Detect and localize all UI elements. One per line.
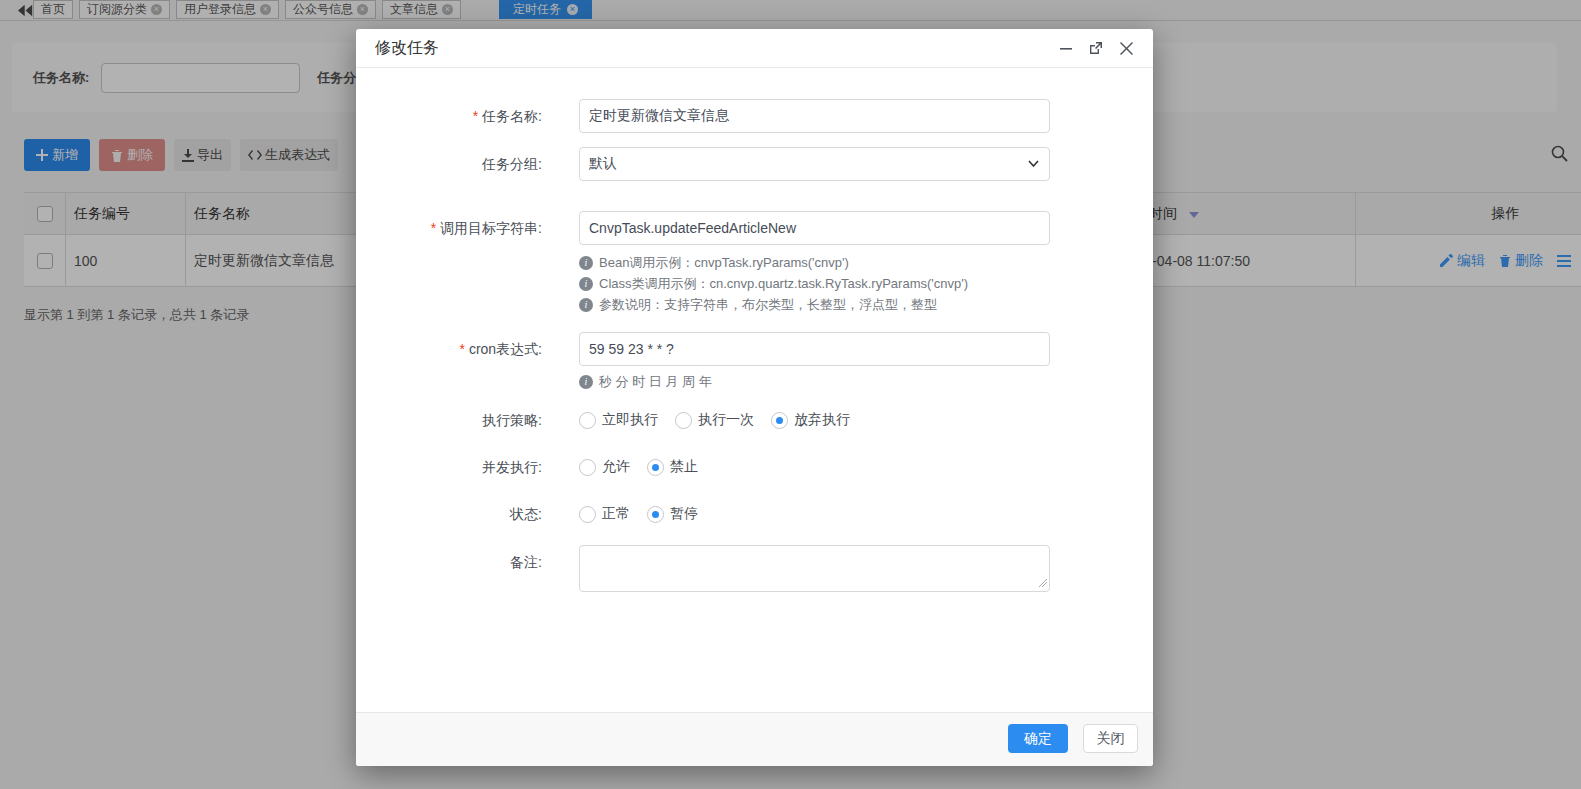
policy-radio-group: 立即执行 执行一次 放弃执行 [579,411,850,429]
cron-label: *cron表达式: [356,332,579,366]
tip-class: Class类调用示例：cn.cnvp.quartz.task.RyTask.ry… [599,275,968,293]
close-button[interactable]: 关闭 [1083,724,1138,753]
required-asterisk: * [459,341,464,357]
modal-header: 修改任务 [356,29,1153,68]
modal-title: 修改任务 [375,38,439,59]
confirm-button[interactable]: 确定 [1008,724,1068,753]
radio-normal[interactable]: 正常 [579,505,630,523]
radio-once[interactable]: 执行一次 [675,411,754,429]
status-radio-group: 正常 暂停 [579,505,698,523]
invoke-target-label: *调用目标字符串: [356,211,579,245]
radio-icon [675,412,692,429]
job-name-label: *任务名称: [356,99,579,133]
concurrent-label: 并发执行: [356,450,579,484]
radio-icon [771,412,788,429]
tip-cron: 秒 分 时 日 月 周 年 [599,373,712,391]
status-label: 状态: [356,497,579,531]
job-group-label: 任务分组: [356,147,579,181]
job-group-value: 默认 [589,155,617,173]
remark-label: 备注: [356,545,579,592]
radio-icon [647,506,664,523]
invoke-target-input[interactable] [579,211,1050,245]
info-icon [579,298,593,312]
info-icon [579,375,593,389]
radio-icon [579,506,596,523]
radio-forbid[interactable]: 禁止 [647,458,698,476]
radio-immediate[interactable]: 立即执行 [579,411,658,429]
radio-icon [579,412,596,429]
tip-bean: Bean调用示例：cnvpTask.ryParams('cnvp') [599,254,849,272]
modal-footer: 确定 关闭 [356,712,1153,766]
close-icon[interactable] [1118,40,1134,56]
radio-icon [647,459,664,476]
maximize-icon[interactable] [1088,40,1104,56]
concurrent-radio-group: 允许 禁止 [579,458,698,476]
required-asterisk: * [431,220,436,236]
chevron-down-icon [1028,160,1039,167]
required-asterisk: * [473,108,478,124]
cron-tip: 秒 分 时 日 月 周 年 [579,371,1153,392]
invoke-target-tips: Bean调用示例：cnvpTask.ryParams('cnvp') Class… [579,252,1153,315]
radio-paused[interactable]: 暂停 [647,505,698,523]
tip-params: 参数说明：支持字符串，布尔类型，长整型，浮点型，整型 [599,296,937,314]
job-name-input[interactable] [579,99,1050,133]
minimize-icon[interactable] [1058,40,1074,56]
modal-body: *任务名称: 任务分组: 默认 *调用目标字符串: Bean调用示例：cnvpT… [356,68,1153,592]
radio-allow[interactable]: 允许 [579,458,630,476]
info-icon [579,277,593,291]
cron-input[interactable] [579,332,1050,366]
info-icon [579,256,593,270]
job-group-select[interactable]: 默认 [579,147,1050,181]
policy-label: 执行策略: [356,403,579,437]
radio-icon [579,459,596,476]
radio-abandon[interactable]: 放弃执行 [771,411,850,429]
remark-textarea[interactable] [579,545,1050,592]
edit-task-modal: 修改任务 *任务名称: 任务分组: 默认 *调用目标字符串: Bean调用示例：… [356,29,1153,766]
resize-grip-icon[interactable] [1038,578,1047,587]
